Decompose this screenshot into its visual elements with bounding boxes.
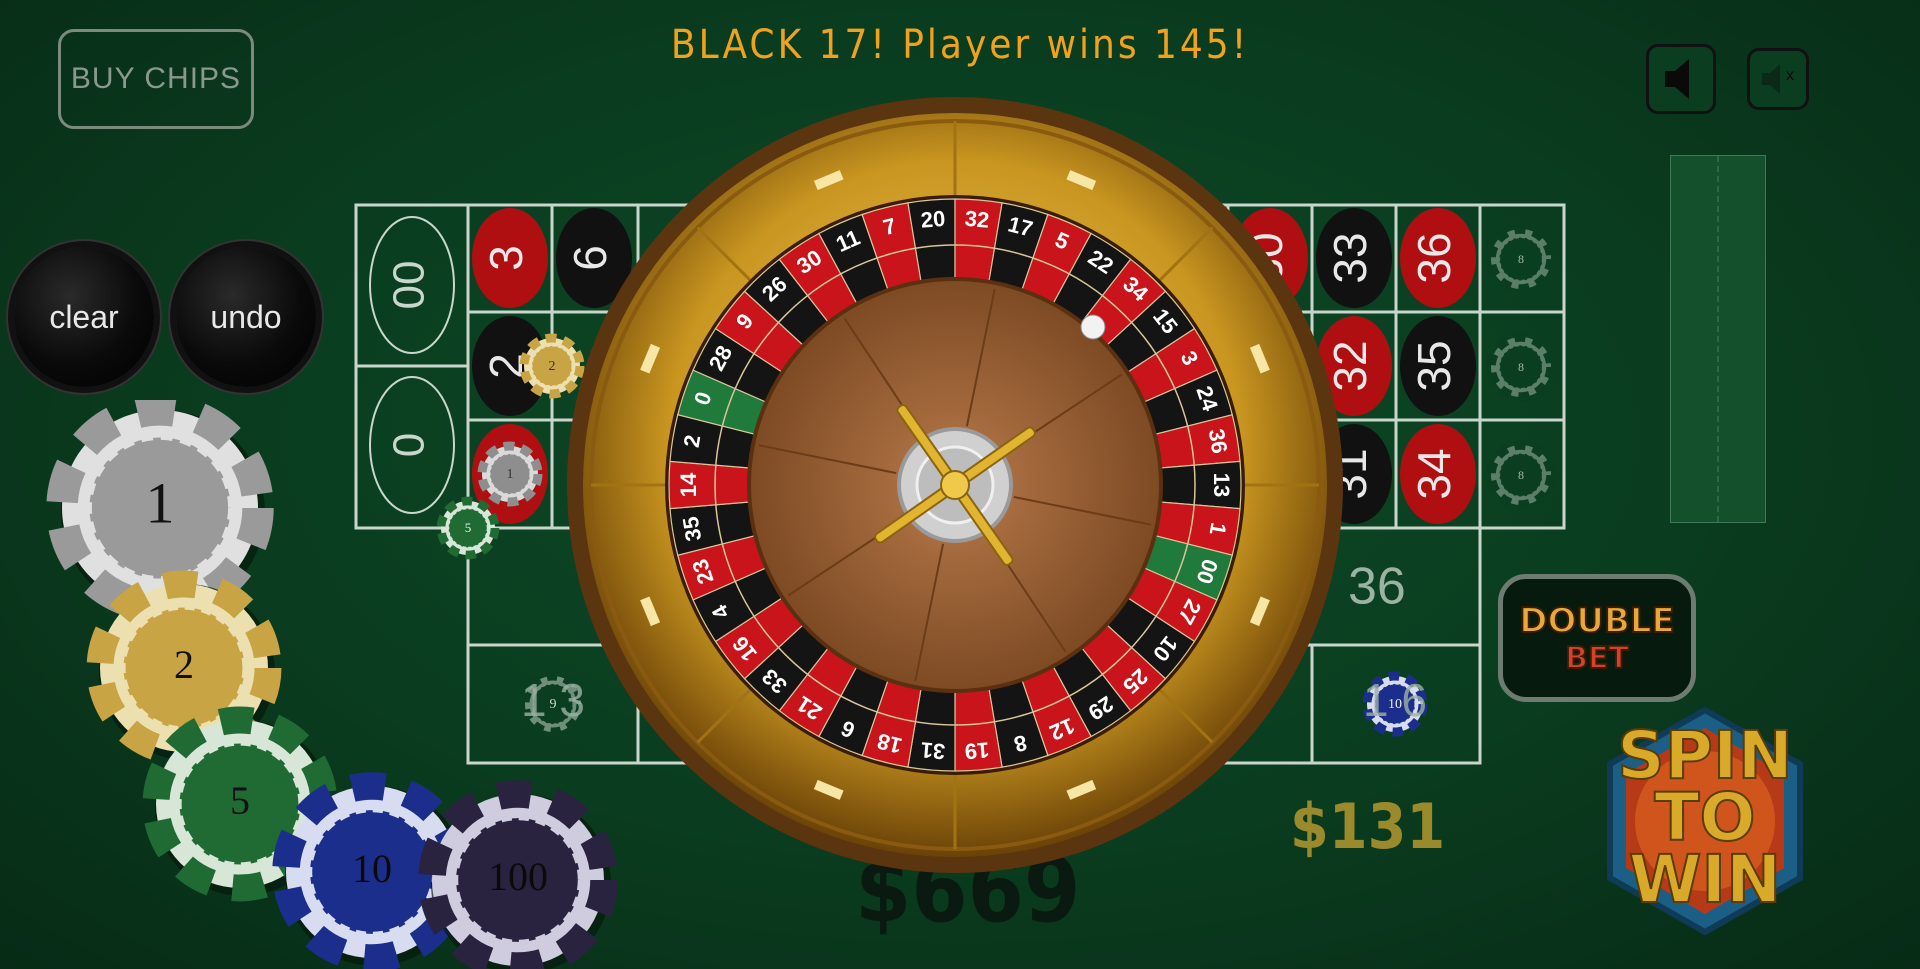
column-bet-chip[interactable]: 8 — [1486, 224, 1556, 294]
wheel-pocket-number: 35 — [678, 515, 707, 543]
double-label: DOUBLE — [1518, 600, 1676, 642]
chip-value: 8 — [1518, 252, 1524, 266]
roulette-wheel: 0289263011 7 20 32 17 52234153243613100271025… — [567, 97, 1343, 873]
dozen-label: 36 — [1348, 558, 1406, 616]
wheel-pocket-number: 31 — [920, 737, 946, 764]
chip-value: 100 — [488, 854, 548, 899]
column-bet-chip[interactable]: 8 — [1486, 440, 1556, 510]
column-bet-chip[interactable]: 8 — [1486, 332, 1556, 402]
wheel-pocket-number: 14 — [676, 472, 701, 497]
number-label: 34 — [1408, 448, 1460, 499]
wheel-pocket-number: 13 — [1209, 473, 1234, 497]
wheel-pocket-number: 32 — [964, 206, 990, 233]
chip-value: 8 — [1518, 360, 1524, 374]
chip-value: 2 — [549, 359, 556, 374]
speaker-icon — [1665, 59, 1689, 99]
spin-word: SPIN — [1616, 717, 1794, 794]
wheel-pocket-number: 20 — [920, 206, 946, 233]
buy-chips-button[interactable]: BUY CHIPS — [58, 29, 254, 129]
mute-x-label: x — [1786, 67, 1794, 84]
bet-label: BET — [1564, 640, 1630, 677]
sound-on-button[interactable] — [1646, 44, 1716, 114]
clear-label: clear — [49, 298, 119, 335]
number-label: 36 — [1408, 232, 1460, 283]
number-label: 3 — [480, 245, 532, 271]
roulette-ball — [1080, 314, 1106, 340]
chip-rack-slot — [1670, 155, 1766, 523]
undo-button[interactable]: undo — [176, 247, 316, 387]
spin-to-win-label: SPIN TO WIN — [1590, 717, 1820, 918]
double-bet-button[interactable]: DOUBLE BET — [1498, 574, 1696, 702]
chip-tray: 1 2 5 10 100 — [46, 400, 618, 969]
number-label: 35 — [1408, 340, 1460, 391]
wheel-pocket-number: 36 — [1204, 427, 1233, 455]
undo-label: undo — [210, 298, 282, 335]
speaker-mute-icon — [1762, 64, 1780, 94]
outside-bet-label: 1 6 — [1363, 674, 1427, 726]
zero-label: 00 — [385, 261, 434, 310]
chip-denomination-1[interactable]: 1 — [46, 400, 274, 622]
result-message: BLACK 17! Player wins 145! — [670, 22, 1250, 68]
clear-button[interactable]: clear — [14, 247, 154, 387]
chip-value: 10 — [352, 846, 392, 891]
sound-off-button[interactable]: x — [1747, 48, 1809, 110]
chip-value: 2 — [174, 642, 194, 687]
wheel-pocket-number: 19 — [964, 737, 990, 764]
to-word: TO — [1653, 779, 1756, 856]
chip-value: 1 — [146, 470, 175, 535]
win-word: WIN — [1628, 841, 1783, 918]
chip-value: 5 — [230, 778, 250, 823]
chip-value: 8 — [1518, 468, 1524, 482]
